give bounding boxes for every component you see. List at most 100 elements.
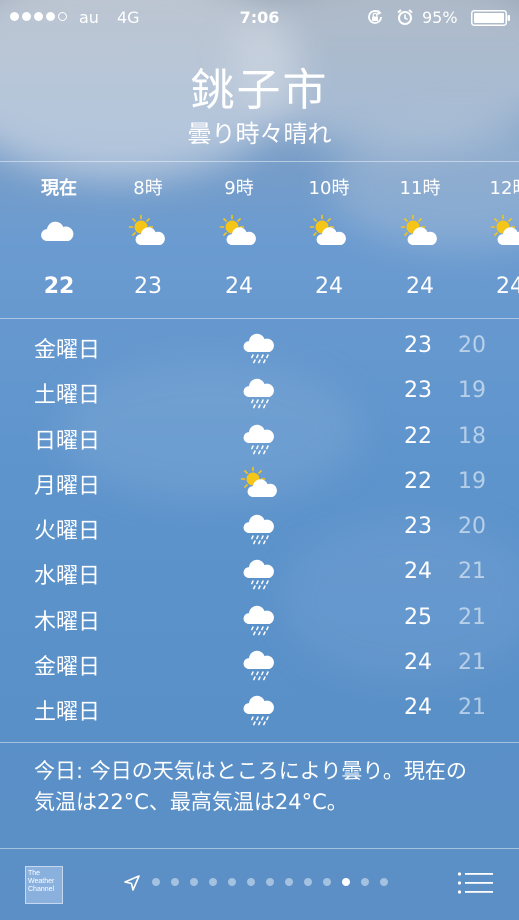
hour-temperature: 24 <box>315 274 343 299</box>
day-name: 月曜日 <box>34 473 101 499</box>
low-temperature: 20 <box>458 514 486 540</box>
city-list-icon[interactable] <box>457 871 493 895</box>
hourly-item: 12時 24 <box>470 162 519 318</box>
hour-label: 8時 <box>133 178 163 199</box>
high-temperature: 22 <box>404 423 432 449</box>
low-temperature: 18 <box>458 423 486 449</box>
page-dot[interactable] <box>342 878 350 886</box>
hour-temperature: 23 <box>134 274 162 299</box>
daily-row: 日曜日 22 18 <box>0 415 519 460</box>
battery-icon <box>471 10 510 26</box>
hour-temperature: 22 <box>43 274 75 299</box>
partly-sunny-icon <box>240 466 280 500</box>
day-name: 土曜日 <box>34 383 101 409</box>
city-name: 銚子市 <box>190 65 329 116</box>
weather-channel-logo[interactable]: The Weather Channel <box>25 866 63 904</box>
hourly-item: 8時 23 <box>108 162 188 318</box>
divider <box>0 742 519 743</box>
rain-icon <box>240 692 280 726</box>
divider <box>0 318 519 319</box>
high-temperature: 23 <box>404 333 432 358</box>
partly-sunny-icon <box>219 214 259 248</box>
rotation-lock-icon <box>368 9 382 24</box>
page-dot[interactable] <box>361 878 369 886</box>
weather-screen: au 4G 7:06 95% 銚子市 曇り時々晴れ 現在 22 8時 23 9時 24 10… <box>0 0 519 920</box>
page-indicator[interactable] <box>152 878 388 886</box>
low-temperature: 19 <box>458 378 486 404</box>
low-temperature: 20 <box>458 333 486 358</box>
hourly-item: 10時 24 <box>289 162 369 318</box>
page-dot[interactable] <box>228 878 236 886</box>
hourly-item: 9時 24 <box>199 162 279 318</box>
page-dot[interactable] <box>380 878 388 886</box>
partly-sunny-icon <box>400 214 440 248</box>
daily-row: 土曜日 23 19 <box>0 369 519 414</box>
rain-icon <box>240 375 280 409</box>
page-dot[interactable] <box>209 878 217 886</box>
hour-label: 現在 <box>41 178 77 199</box>
rain-icon <box>240 602 280 636</box>
low-temperature: 21 <box>458 559 486 585</box>
location-arrow-icon <box>124 875 140 891</box>
day-name: 火曜日 <box>34 519 101 545</box>
rain-icon <box>240 647 280 681</box>
daily-row: 水曜日 24 21 <box>0 550 519 595</box>
page-dot[interactable] <box>285 878 293 886</box>
high-temperature: 24 <box>404 559 432 585</box>
alarm-clock-icon <box>397 9 413 25</box>
rain-icon <box>240 330 280 364</box>
current-condition: 曇り時々晴れ <box>187 120 332 148</box>
low-temperature: 21 <box>458 604 486 630</box>
day-name: 木曜日 <box>34 609 101 635</box>
partly-sunny-icon <box>309 214 349 248</box>
bottom-toolbar: The Weather Channel <box>0 849 519 920</box>
low-temperature: 19 <box>458 468 486 494</box>
high-temperature: 24 <box>404 650 432 676</box>
page-dot[interactable] <box>247 878 255 886</box>
status-bar: au 4G 7:06 95% <box>0 0 519 36</box>
rain-icon <box>240 421 280 455</box>
hour-label: 11時 <box>399 178 441 199</box>
partly-sunny-icon <box>128 214 168 248</box>
daily-row: 月曜日 22 19 <box>0 460 519 505</box>
cloudy-icon <box>39 214 79 248</box>
day-name: 日曜日 <box>34 428 101 454</box>
day-name: 土曜日 <box>34 700 101 726</box>
low-temperature: 21 <box>458 695 486 721</box>
page-dot[interactable] <box>171 878 179 886</box>
high-temperature: 23 <box>404 514 432 540</box>
page-dot[interactable] <box>304 878 312 886</box>
partly-sunny-icon <box>490 214 519 248</box>
hourly-forecast[interactable]: 現在 22 8時 23 9時 24 10時 24 11時 24 12時 24 <box>0 162 519 318</box>
high-temperature: 22 <box>404 468 432 494</box>
high-temperature: 23 <box>404 378 432 404</box>
day-name: 水曜日 <box>34 564 101 590</box>
daily-row: 木曜日 25 21 <box>0 596 519 641</box>
high-temperature: 24 <box>404 695 432 721</box>
hour-label: 12時 <box>489 178 519 199</box>
hour-label: 10時 <box>308 178 350 199</box>
page-dot[interactable] <box>266 878 274 886</box>
page-dot[interactable] <box>152 878 160 886</box>
hour-label: 9時 <box>224 178 254 199</box>
daily-row: 金曜日 24 21 <box>0 641 519 686</box>
daily-forecast[interactable]: 金曜日 23 20 土曜日 23 19 日曜日 22 18 月曜日 22 19 火曜日 23 20 水曜日 24… <box>0 324 519 732</box>
high-temperature: 25 <box>404 604 432 630</box>
rain-icon <box>240 511 280 545</box>
hour-temperature: 24 <box>496 274 519 299</box>
rain-icon <box>240 556 280 590</box>
low-temperature: 21 <box>458 650 486 676</box>
forecast-summary: 今日: 今日の天気はところにより曇り。現在の気温は22°C、最高気温は24°C。 <box>34 759 467 814</box>
battery-percentage: 95% <box>422 8 458 27</box>
daily-row: 火曜日 23 20 <box>0 505 519 550</box>
page-dot[interactable] <box>323 878 331 886</box>
page-dot[interactable] <box>190 878 198 886</box>
day-name: 金曜日 <box>34 338 101 363</box>
day-name: 金曜日 <box>34 655 101 681</box>
daily-row: 金曜日 23 20 <box>0 324 519 369</box>
hour-temperature: 24 <box>225 274 253 299</box>
hour-temperature: 24 <box>406 274 434 299</box>
hourly-item: 11時 24 <box>380 162 460 318</box>
daily-row: 土曜日 24 21 <box>0 686 519 731</box>
hourly-item: 現在 22 <box>19 162 99 318</box>
